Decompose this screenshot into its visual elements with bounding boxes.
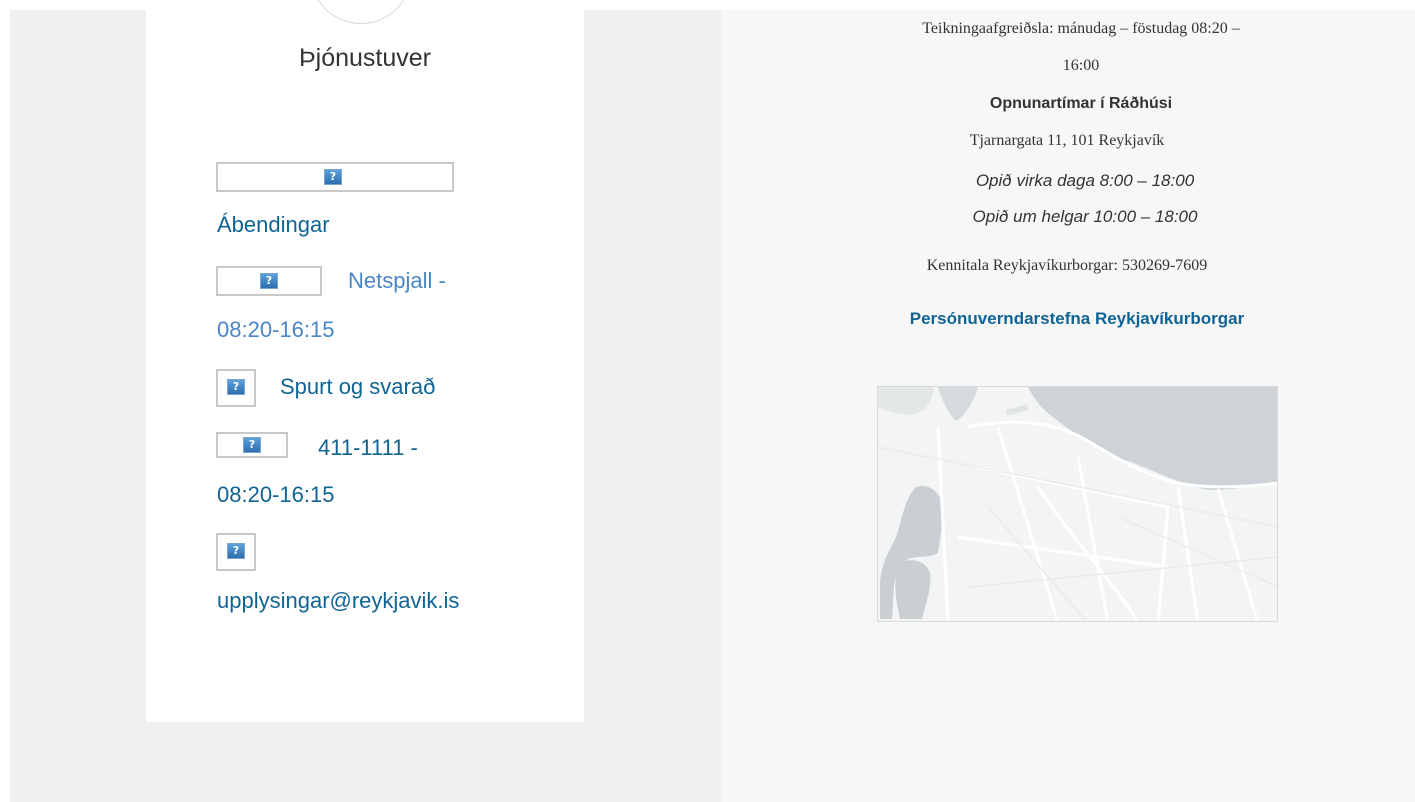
faq-link[interactable]: Spurt og svarað [280,374,435,400]
phone-hours-link[interactable]: 08:20-16:15 [217,482,334,508]
drawing-desk-hours-line1: Teikningaafgreiðsla: mánudag – föstudag … [922,20,1240,37]
drawing-desk-hours-line2: 16:00 [1062,57,1100,74]
weekday-hours: Opið virka daga 8:00 – 18:00 [975,171,1195,190]
phone-image-placeholder[interactable]: ? [216,432,288,458]
broken-image-icon: ? [227,543,245,559]
chat-hours-link[interactable]: 08:20-16:15 [217,317,334,343]
broken-image-icon: ? [227,379,245,395]
map-icon [878,387,1277,621]
email-link[interactable]: upplysingar@reykjavik.is [217,588,459,614]
chat-image-placeholder[interactable]: ? [216,266,322,296]
privacy-policy-link[interactable]: Persónuverndarstefna Reykjavíkurborgar [720,309,1415,329]
email-image-placeholder[interactable]: ? [216,533,256,571]
service-card-title: Þjónustuver [298,44,432,72]
broken-image-icon: ? [260,273,278,289]
location-map[interactable] [877,386,1278,622]
broken-image-icon: ? [324,169,342,185]
feedback-image-placeholder[interactable]: ? [216,162,454,192]
kennitala: Kennitala Reykjavíkurborgar: 530269-7609 [926,257,1208,274]
phone-link[interactable]: 411-1111 - [318,435,418,461]
faq-image-placeholder[interactable]: ? [216,369,256,407]
chat-link[interactable]: Netspjall - [348,268,446,294]
city-hall-address: Tjarnargata 11, 101 Reykjavík [969,132,1165,149]
city-hall-hours-heading: Opnunartímar í Ráðhúsi [989,95,1173,112]
broken-image-icon: ? [243,437,261,453]
feedback-link[interactable]: Ábendingar [217,212,330,238]
service-card [146,10,584,722]
weekend-hours: Opið um helgar 10:00 – 18:00 [972,207,1198,226]
